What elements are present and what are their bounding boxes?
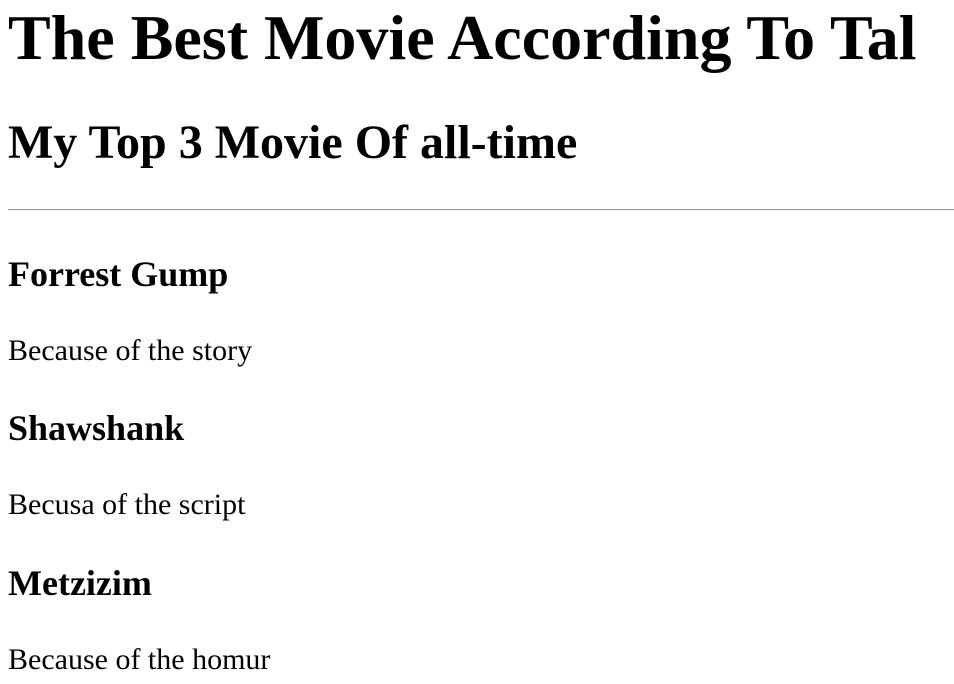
page-subtitle: My Top 3 Movie Of all-time <box>8 116 578 169</box>
movie-title-1: Forrest Gump <box>8 254 229 294</box>
movie-reason-2: Becusa of the script <box>8 488 246 521</box>
movie-title-2: Shawshank <box>8 408 185 448</box>
movie-title-3: Metzizim <box>8 563 152 603</box>
page-title: The Best Movie According To Tal <box>8 2 917 73</box>
movie-reason-1: Because of the story <box>8 334 253 367</box>
movie-reason-3: Because of the homur <box>8 643 271 676</box>
page: The Best Movie According To Tal My Top 3… <box>0 0 954 684</box>
horizontal-divider <box>8 209 954 211</box>
